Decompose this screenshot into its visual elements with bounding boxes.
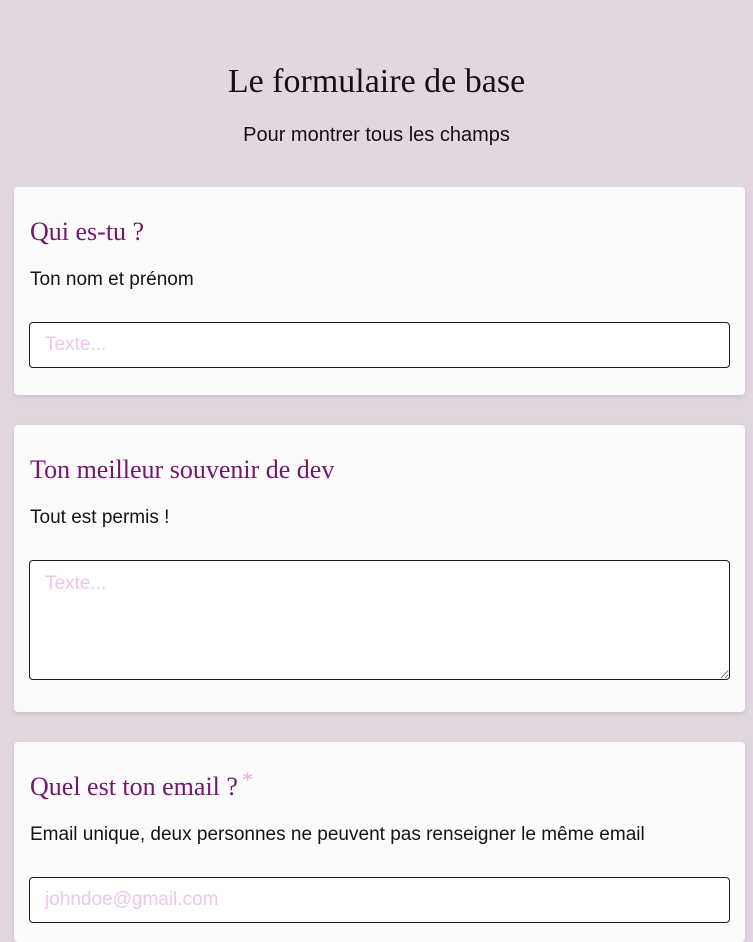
name-input[interactable] [29,322,730,368]
question-card-email: Quel est ton email ? * Email unique, deux… [14,742,745,942]
memory-textarea[interactable] [29,560,730,680]
question-title: Quel est ton email ? * [30,767,253,803]
page-title: Le formulaire de base [227,63,526,100]
page-subtitle: Pour montrer tous les champs [243,124,510,146]
question-card-memory: Ton meilleur souvenir de dev Tout est pe… [14,425,745,712]
question-title: Qui es-tu ? [30,217,145,246]
question-description: Ton nom et prénom [30,269,194,290]
question-description: Email unique, deux personnes ne peuvent … [30,824,645,845]
question-description: Tout est permis ! [30,507,170,528]
question-title: Ton meilleur souvenir de dev [30,455,335,484]
required-asterisk: * [241,767,253,792]
question-title-text: Quel est ton email ? [30,772,238,801]
email-input[interactable] [29,877,730,923]
question-card-name: Qui es-tu ? Ton nom et prénom [14,187,745,395]
